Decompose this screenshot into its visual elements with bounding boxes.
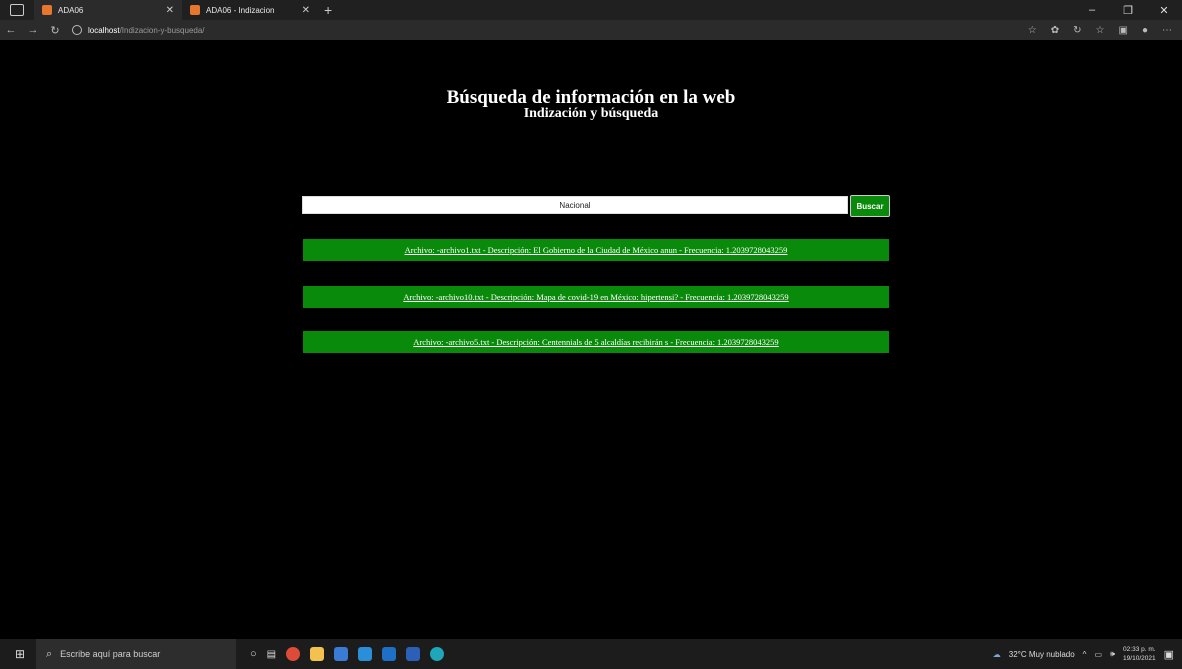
- restore-icon[interactable]: ❐: [1110, 4, 1146, 17]
- minimize-icon[interactable]: –: [1074, 4, 1110, 17]
- chrome-icon[interactable]: [286, 647, 301, 661]
- start-windows-icon[interactable]: ⊞: [8, 639, 32, 669]
- result-item: Archivo: -archivo5.txt - Descripción: Ce…: [303, 331, 889, 353]
- extension-icon[interactable]: ✿: [1051, 25, 1059, 36]
- tray-chevron-icon[interactable]: ^: [1083, 650, 1087, 659]
- word-icon[interactable]: [406, 647, 421, 661]
- tab-title: ADA06 - Indizacion: [206, 5, 275, 15]
- read-aloud-icon[interactable]: ☆: [1028, 25, 1037, 36]
- url-field[interactable]: localhost /Indizacion-y-busqueda/: [72, 25, 205, 35]
- url-host: localhost: [88, 25, 120, 35]
- close-window-icon[interactable]: ✕: [1146, 4, 1182, 17]
- vscode-icon[interactable]: [358, 647, 373, 661]
- taskbar-search-placeholder: Escribe aquí para buscar: [60, 649, 161, 659]
- profile-avatar-icon[interactable]: ●: [1142, 25, 1148, 36]
- clock-date: 19/10/2021: [1123, 655, 1156, 662]
- close-tab-icon[interactable]: ✕: [302, 5, 310, 16]
- tab-ada06-indizacion[interactable]: ADA06 - Indizacion ✕: [182, 0, 318, 20]
- address-bar: ← → ↻ localhost /Indizacion-y-busqueda/ …: [0, 20, 1182, 40]
- search-icon: ⌕: [46, 647, 53, 660]
- page-content: Búsqueda de información en la web Indiza…: [0, 40, 1182, 639]
- system-tray: ☁ 32°C Muy nublado ^ ▭ 🕪 02:33 p. m. 19/…: [993, 645, 1174, 663]
- weather-cloud-icon: ☁: [992, 649, 1001, 659]
- result-link[interactable]: Archivo: -archivo1.txt - Descripción: El…: [405, 245, 788, 255]
- new-tab-icon[interactable]: +: [324, 2, 332, 18]
- network-icon[interactable]: ▭: [1094, 650, 1102, 659]
- store-icon[interactable]: [334, 647, 349, 661]
- weather-text[interactable]: 32°C Muy nublado: [1009, 650, 1075, 659]
- mail-icon[interactable]: [382, 647, 397, 661]
- refresh-extension-icon[interactable]: ↻: [1073, 25, 1081, 36]
- result-item: Archivo: -archivo10.txt - Descripción: M…: [303, 286, 889, 308]
- close-tab-icon[interactable]: ✕: [166, 5, 174, 16]
- window-controls: – ❐ ✕: [1074, 4, 1182, 17]
- tab-actions-icon[interactable]: [10, 4, 24, 16]
- taskbar-apps: ○ ▤: [250, 647, 445, 661]
- windows-taskbar: ⊞ ⌕ Escribe aquí para buscar ○ ▤ ☁ 32°C …: [0, 639, 1182, 669]
- favorites-icon[interactable]: ☆: [1096, 25, 1105, 36]
- notification-icon[interactable]: ▣: [1164, 648, 1174, 661]
- site-favicon-icon: [42, 5, 52, 15]
- page-subtitle: Indización y búsqueda: [523, 106, 659, 121]
- file-explorer-icon[interactable]: [310, 647, 325, 661]
- result-link[interactable]: Archivo: -archivo10.txt - Descripción: M…: [403, 292, 788, 302]
- search-button[interactable]: Buscar: [850, 195, 890, 217]
- taskbar-search-box[interactable]: ⌕ Escribe aquí para buscar: [36, 639, 236, 669]
- tab-ada06[interactable]: ADA06 ✕: [34, 0, 182, 20]
- clock-time: 02:33 p. m.: [1123, 646, 1156, 653]
- url-path: /Indizacion-y-busqueda/: [119, 25, 205, 35]
- back-icon[interactable]: ←: [0, 24, 22, 36]
- result-link[interactable]: Archivo: -archivo5.txt - Descripción: Ce…: [413, 337, 778, 347]
- site-favicon-icon: [190, 5, 200, 15]
- reload-icon[interactable]: ↻: [44, 24, 66, 37]
- search-input[interactable]: [302, 196, 848, 214]
- more-icon[interactable]: ⋯: [1162, 25, 1172, 36]
- forward-icon[interactable]: →: [22, 24, 44, 36]
- task-view-icon[interactable]: ▤: [267, 649, 276, 660]
- edge-icon[interactable]: [430, 647, 445, 661]
- clock[interactable]: 02:33 p. m. 19/10/2021: [1123, 645, 1156, 663]
- result-item: Archivo: -archivo1.txt - Descripción: El…: [303, 239, 889, 261]
- tab-title: ADA06: [58, 5, 84, 15]
- collections-icon[interactable]: ▣: [1119, 25, 1128, 36]
- cortana-icon[interactable]: ○: [250, 648, 257, 660]
- volume-icon[interactable]: 🕪: [1110, 649, 1115, 659]
- browser-tab-bar: ADA06 ✕ ADA06 - Indizacion ✕ + – ❐ ✕: [0, 0, 1182, 20]
- toolbar-icons: ☆ ✿ ↻ ☆ ▣ ● ⋯: [1028, 25, 1172, 36]
- site-info-icon[interactable]: [72, 25, 82, 35]
